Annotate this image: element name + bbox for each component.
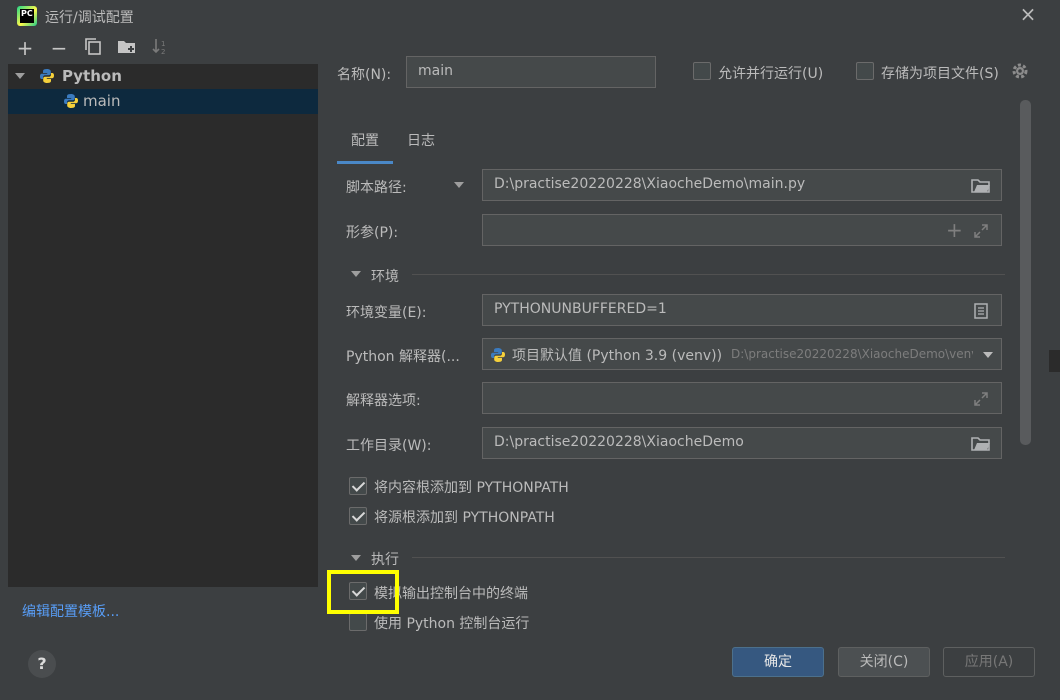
gear-icon[interactable] [1011, 62, 1029, 80]
allow-parallel-checkbox[interactable] [693, 62, 711, 80]
python-interpreter-icon [491, 348, 505, 362]
interpreter-path: D:\practise20220228\XiaocheDemo\venv [731, 347, 973, 361]
browse-folder-icon[interactable] [971, 436, 991, 452]
params-label: 形参(P): [346, 225, 399, 241]
tab-config[interactable]: 配置 [337, 130, 393, 164]
scrollbar[interactable] [1020, 100, 1031, 445]
workdir-value: D:\practise20220228\XiaocheDemo [494, 434, 744, 450]
interpreter-label: Python 解释器(... [346, 349, 460, 365]
tree-item-main[interactable]: main [8, 89, 318, 114]
run-with-console-label: 使用 Python 控制台运行 [374, 616, 530, 632]
exec-collapse-icon[interactable] [351, 555, 361, 561]
script-path-field[interactable]: D:\practise20220228\XiaocheDemo\main.py [482, 169, 1002, 201]
edit-env-icon[interactable] [974, 303, 988, 319]
tree-item-label: main [83, 92, 121, 110]
workdir-field[interactable]: D:\practise20220228\XiaocheDemo [482, 427, 1002, 459]
interpreter-value: 项目默认值 (Python 3.9 (venv)) [512, 348, 723, 364]
tab-config-label: 配置 [351, 133, 379, 149]
svg-text:1: 1 [161, 40, 165, 48]
apply-button[interactable]: 应用(A) [943, 647, 1035, 677]
expand-editor-icon[interactable] [973, 391, 989, 407]
script-type-dropdown-icon[interactable] [454, 182, 464, 188]
highlight-box [327, 570, 399, 614]
help-icon[interactable]: ? [28, 650, 56, 678]
title-bar [0, 0, 1060, 32]
params-field[interactable]: + [482, 214, 1002, 246]
browse-folder-icon[interactable] [971, 178, 991, 194]
close-icon[interactable]: × [1018, 3, 1038, 25]
close-button[interactable]: 关闭(C) [838, 647, 930, 677]
sort-icon[interactable]: 12 [150, 37, 172, 59]
remove-icon[interactable]: − [48, 37, 70, 59]
background-edge [1049, 350, 1060, 372]
name-field[interactable]: main [406, 56, 656, 88]
env-vars-label: 环境变量(E): [346, 305, 427, 321]
window-title: 运行/调试配置 [45, 10, 134, 26]
env-section-title: 环境 [371, 269, 399, 285]
tree-group-label: Python [62, 67, 122, 85]
chevron-down-icon[interactable] [983, 352, 993, 358]
exec-separator [412, 557, 1005, 558]
script-path-label: 脚本路径: [346, 180, 407, 196]
svg-text:2: 2 [161, 48, 165, 55]
add-source-roots-label: 将源根添加到 PYTHONPATH [374, 510, 555, 526]
ok-button[interactable]: 确定 [732, 647, 824, 677]
script-path-value: D:\practise20220228\XiaocheDemo\main.py [494, 176, 806, 192]
interpreter-select[interactable]: 项目默认值 (Python 3.9 (venv)) D:\practise202… [482, 338, 1002, 370]
workdir-label: 工作目录(W): [346, 438, 432, 454]
edit-templates-link[interactable]: 编辑配置模板... [22, 601, 119, 621]
pycharm-logo-icon: PC [17, 6, 37, 26]
expand-editor-icon[interactable] [973, 223, 989, 239]
config-tree[interactable]: Python main [8, 64, 318, 587]
add-content-roots-label: 将内容根添加到 PYTHONPATH [374, 480, 569, 496]
add-source-roots-checkbox[interactable] [349, 507, 367, 525]
interp-options-field[interactable] [482, 382, 1002, 414]
add-param-icon[interactable]: + [946, 220, 963, 240]
copy-icon[interactable] [82, 37, 104, 59]
allow-parallel-label: 允许并行运行(U) [718, 66, 824, 82]
env-vars-value: PYTHONUNBUFFERED=1 [494, 301, 667, 317]
tab-logs[interactable]: 日志 [400, 130, 442, 164]
python-icon [40, 69, 54, 83]
env-collapse-icon[interactable] [351, 271, 361, 277]
interp-options-label: 解释器选项: [346, 393, 421, 409]
env-separator [412, 274, 1005, 275]
add-folder-icon[interactable] [116, 37, 138, 59]
add-content-roots-checkbox[interactable] [349, 477, 367, 495]
store-as-file-label: 存储为项目文件(S) [881, 66, 999, 82]
python-run-icon [64, 94, 78, 108]
expand-icon[interactable] [15, 73, 25, 79]
env-vars-field[interactable]: PYTHONUNBUFFERED=1 [482, 294, 1002, 326]
name-label: 名称(N): [337, 67, 392, 83]
run-with-console-checkbox[interactable] [349, 613, 367, 631]
tab-logs-label: 日志 [407, 133, 435, 149]
store-as-file-checkbox[interactable] [856, 62, 874, 80]
add-icon[interactable]: + [14, 37, 36, 59]
exec-section-title: 执行 [371, 552, 399, 568]
name-value: main [418, 63, 453, 79]
tree-group-python[interactable]: Python [8, 64, 318, 89]
